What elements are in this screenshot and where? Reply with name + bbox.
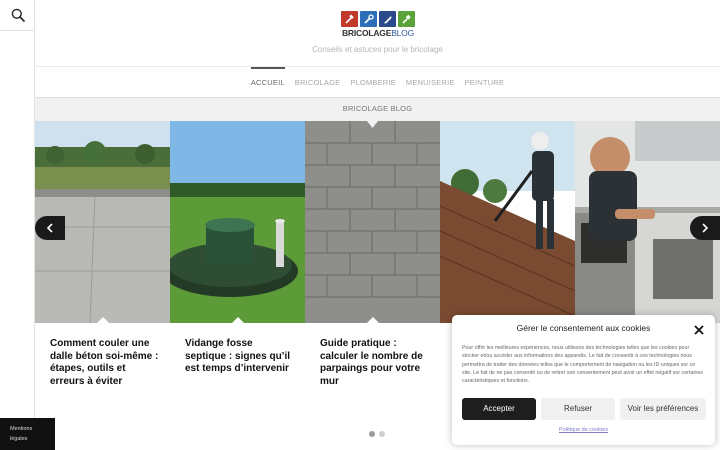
article-card[interactable]: Guide pratique : calculer le nombre de p… [305, 121, 440, 418]
roof-worker-photo [440, 121, 575, 323]
slider-prev-button[interactable] [35, 216, 65, 240]
left-rail [0, 0, 35, 450]
nav-item-menuiserie[interactable]: MENUISERIE [406, 67, 455, 97]
nav-item-bricolage[interactable]: BRICOLAGE [295, 67, 341, 97]
cookie-close-button[interactable] [693, 323, 705, 335]
nav-item-plomberie[interactable]: PLOMBERIE [350, 67, 396, 97]
chevron-right-icon [702, 223, 709, 233]
accept-button[interactable]: Accepter [462, 398, 536, 420]
search-button[interactable] [0, 0, 35, 31]
wrench-icon [360, 11, 377, 27]
hammer-icon [341, 11, 358, 27]
slider-dot[interactable] [379, 431, 385, 437]
legal-link-line1: Mentions [10, 426, 33, 432]
close-icon [694, 325, 704, 335]
chevron-left-icon [46, 223, 53, 233]
site-header: BRICOLAGEBLOG Conseils et astuces pour l… [35, 0, 720, 66]
cookie-policy-link[interactable]: Politique de cookies [452, 427, 715, 433]
saw-icon [379, 11, 396, 27]
article-title[interactable]: Comment couler une dalle béton soi-même … [50, 338, 160, 388]
nav-item-accueil[interactable]: ACCUEIL [250, 67, 285, 97]
legal-link[interactable]: Mentions légales [0, 418, 55, 450]
main-nav: ACCUEIL BRICOLAGE PLOMBERIE MENUISERIE P… [35, 66, 720, 98]
card-notch [96, 317, 110, 324]
legal-link-line2: légales [10, 436, 28, 442]
paintbrush-icon [398, 11, 415, 27]
site-tagline: Conseils et astuces pour le bricolage [312, 45, 443, 54]
refuse-button[interactable]: Refuser [541, 398, 615, 420]
site-logo[interactable]: BRICOLAGEBLOG [340, 11, 416, 41]
septic-tank-photo [170, 121, 305, 323]
slider-next-button[interactable] [690, 216, 720, 240]
article-card[interactable]: Comment couler une dalle béton soi-même … [35, 121, 170, 418]
article-card[interactable]: Vidange fosse septique : signes qu’il es… [170, 121, 305, 418]
article-title[interactable]: Guide pratique : calculer le nombre de p… [320, 338, 430, 388]
logo-tiles [340, 11, 416, 27]
slider-dot-active[interactable] [369, 431, 375, 437]
page: BRICOLAGEBLOG Conseils et astuces pour l… [0, 0, 720, 450]
block-wall-photo [305, 121, 440, 323]
slider-dots [369, 431, 385, 437]
cookie-consent-dialog: Gérer le consentement aux cookies Pour o… [452, 315, 715, 445]
search-icon [11, 8, 25, 22]
card-notch [366, 317, 380, 324]
cookie-dialog-title: Gérer le consentement aux cookies [516, 323, 651, 333]
preferences-button[interactable]: Voir les préférences [620, 398, 706, 420]
logo-text: BRICOLAGEBLOG [341, 28, 415, 38]
article-title[interactable]: Vidange fosse septique : signes qu’il es… [185, 338, 295, 376]
card-notch [231, 317, 245, 324]
section-band: BRICOLAGE BLOG [35, 98, 720, 121]
nav-item-peinture[interactable]: PEINTURE [465, 67, 505, 97]
cookie-dialog-text: Pour offrir les meilleures expériences, … [462, 345, 704, 385]
